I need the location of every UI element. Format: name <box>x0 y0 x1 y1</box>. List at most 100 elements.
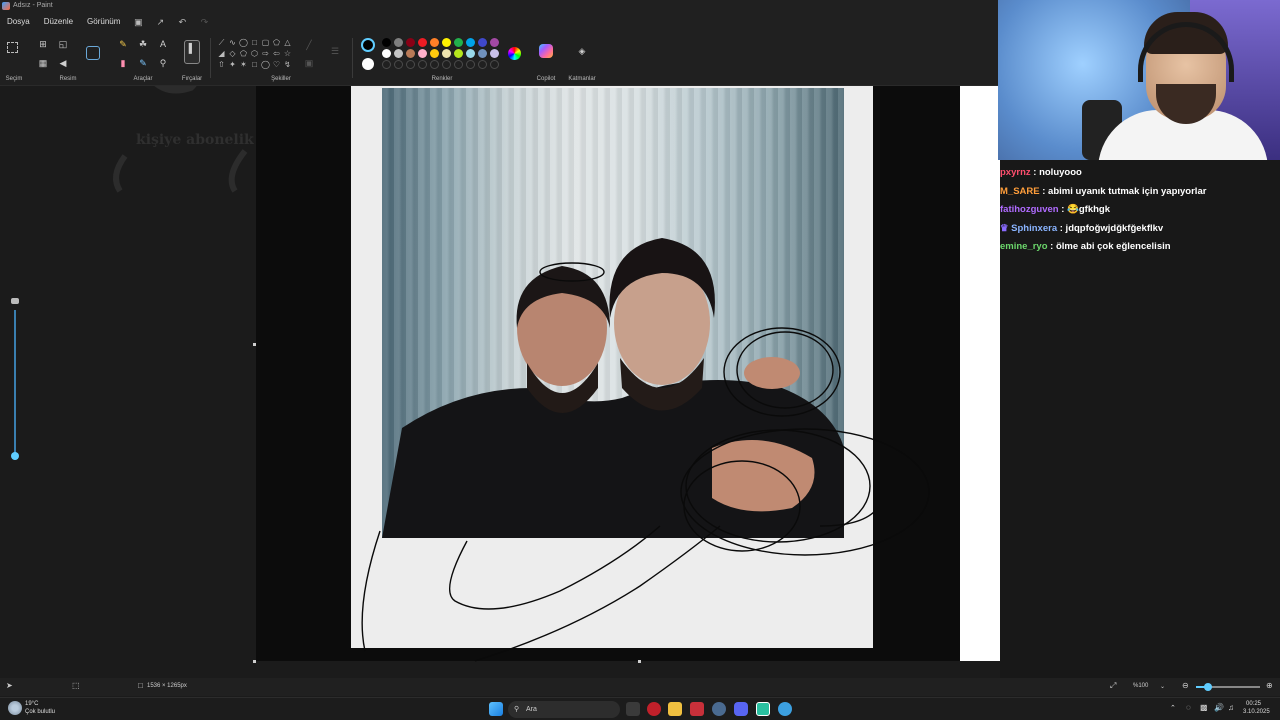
paint-taskbar-icon[interactable] <box>756 702 770 716</box>
palette-swatch[interactable] <box>430 38 439 47</box>
redo-icon[interactable]: ↷ <box>198 16 210 28</box>
discord-icon[interactable] <box>734 702 748 716</box>
custom-color-swatch[interactable] <box>418 60 427 69</box>
curve-shape-icon[interactable]: ∿ <box>228 38 237 47</box>
slider-knob[interactable] <box>11 452 19 460</box>
palette-swatch[interactable] <box>442 38 451 47</box>
star-shape-icon[interactable]: ☆ <box>283 49 292 58</box>
secondary-color-swatch[interactable] <box>362 58 374 70</box>
palette-swatch[interactable] <box>430 49 439 58</box>
zoom-in-icon[interactable]: ⊕ <box>1266 681 1273 690</box>
copilot-icon[interactable] <box>539 44 553 58</box>
size-icon[interactable]: ☰ <box>328 44 342 58</box>
rotate-icon[interactable]: ▦ <box>36 56 50 70</box>
callout-shape-icon[interactable]: □ <box>250 60 259 69</box>
custom-color-swatch[interactable] <box>382 60 391 69</box>
color-picker-icon[interactable]: ✎ <box>136 56 150 70</box>
resize-handle-bottom-left[interactable] <box>253 660 256 663</box>
fit-to-window-icon[interactable]: ⤢ <box>1110 681 1116 691</box>
arrow-right-shape-icon[interactable]: ⇨ <box>261 49 270 58</box>
star-four-shape-icon[interactable]: ✦ <box>228 60 237 69</box>
palette-swatch[interactable] <box>490 38 499 47</box>
callout-oval-shape-icon[interactable]: ◯ <box>261 60 270 69</box>
steam-icon[interactable] <box>712 702 726 716</box>
text-icon[interactable]: A <box>156 37 170 51</box>
zoom-level[interactable]: %100 <box>1133 683 1148 689</box>
menu-view[interactable]: Görünüm <box>80 17 127 26</box>
arrow-left-shape-icon[interactable]: ⇦ <box>272 49 281 58</box>
weather-icon[interactable] <box>8 701 22 715</box>
edit-colors-icon[interactable] <box>508 47 521 60</box>
pencil-icon[interactable]: ✎ <box>116 37 130 51</box>
palette-swatch[interactable] <box>394 38 403 47</box>
file-explorer-icon[interactable] <box>668 702 682 716</box>
media-app-icon[interactable] <box>690 702 704 716</box>
search-input[interactable]: ⚲ Ara <box>508 701 620 718</box>
magnifier-icon[interactable]: ⚲ <box>156 56 170 70</box>
share-icon[interactable]: ↗ <box>154 16 166 28</box>
resize-handle-bottom[interactable] <box>638 660 641 663</box>
select-icon[interactable] <box>7 42 18 53</box>
volume-icon[interactable]: ♫ <box>1228 703 1234 712</box>
network-icon[interactable]: ▩ <box>1200 703 1208 712</box>
palette-swatch[interactable] <box>478 49 487 58</box>
resize-icon[interactable]: ◱ <box>56 37 70 51</box>
palette-swatch[interactable] <box>466 38 475 47</box>
palette-swatch[interactable] <box>406 38 415 47</box>
hexagon-shape-icon[interactable]: ⬡ <box>250 49 259 58</box>
palette-swatch[interactable] <box>382 38 391 47</box>
primary-color-swatch[interactable] <box>361 38 375 52</box>
brush-size-slider[interactable] <box>10 298 20 468</box>
custom-color-swatch[interactable] <box>466 60 475 69</box>
tray-chevron-icon[interactable]: ⌃ <box>1170 704 1176 712</box>
flip-icon[interactable]: ◀ <box>56 56 70 70</box>
custom-color-swatch[interactable] <box>478 60 487 69</box>
custom-color-swatch[interactable] <box>406 60 415 69</box>
palette-swatch[interactable] <box>478 38 487 47</box>
triangle-shape-icon[interactable]: △ <box>283 38 292 47</box>
clock-date[interactable]: 3.10.2025 <box>1243 709 1270 715</box>
eraser-icon[interactable]: ▮ <box>116 56 130 70</box>
outline-dropdown-icon[interactable]: ╱ <box>302 38 316 52</box>
heart-shape-icon[interactable]: ♡ <box>272 60 281 69</box>
rounded-rect-shape-icon[interactable]: ▢ <box>261 38 270 47</box>
menu-edit[interactable]: Düzenle <box>37 17 80 26</box>
resize-handle-left[interactable] <box>253 343 256 346</box>
clock-time[interactable]: 00:25 <box>1246 701 1261 707</box>
polygon-shape-icon[interactable]: ⬠ <box>272 38 281 47</box>
palette-swatch[interactable] <box>406 49 415 58</box>
diamond-shape-icon[interactable]: ◇ <box>228 49 237 58</box>
speaker-icon[interactable]: 🔊 <box>1214 703 1224 712</box>
image-select-icon[interactable] <box>86 46 100 60</box>
star-six-shape-icon[interactable]: ✶ <box>239 60 248 69</box>
palette-swatch[interactable] <box>454 38 463 47</box>
canvas-workspace[interactable]: kişiye abonelik hediye etti! <box>0 86 1000 678</box>
custom-color-swatch[interactable] <box>454 60 463 69</box>
zoom-slider[interactable] <box>1196 683 1260 691</box>
arrow-up-shape-icon[interactable]: ⇧ <box>217 60 226 69</box>
fill-icon[interactable]: ☘ <box>136 37 150 51</box>
zoom-slider-knob[interactable] <box>1204 683 1212 691</box>
fill-dropdown-icon[interactable]: ▣ <box>302 56 316 70</box>
task-view-icon[interactable] <box>626 702 640 716</box>
palette-swatch[interactable] <box>382 49 391 58</box>
custom-color-swatch[interactable] <box>442 60 451 69</box>
custom-color-swatch[interactable] <box>394 60 403 69</box>
palette-swatch[interactable] <box>418 38 427 47</box>
palette-swatch[interactable] <box>394 49 403 58</box>
rectangle-shape-icon[interactable]: □ <box>250 38 259 47</box>
custom-color-swatch[interactable] <box>430 60 439 69</box>
start-icon[interactable] <box>489 702 503 716</box>
layers-icon[interactable]: ◈ <box>575 44 589 58</box>
palette-swatch[interactable] <box>442 49 451 58</box>
zoom-out-icon[interactable]: ⊖ <box>1182 681 1189 690</box>
right-triangle-shape-icon[interactable]: ◢ <box>217 49 226 58</box>
save-icon[interactable]: ▣ <box>132 16 144 28</box>
undo-icon[interactable]: ↶ <box>176 16 188 28</box>
opera-icon[interactable] <box>647 702 661 716</box>
palette-swatch[interactable] <box>454 49 463 58</box>
tray-app-icon[interactable]: ◌ <box>1186 703 1191 712</box>
pentagon-shape-icon[interactable]: ⬠ <box>239 49 248 58</box>
lightning-shape-icon[interactable]: ↯ <box>283 60 292 69</box>
oval-shape-icon[interactable]: ◯ <box>239 38 248 47</box>
